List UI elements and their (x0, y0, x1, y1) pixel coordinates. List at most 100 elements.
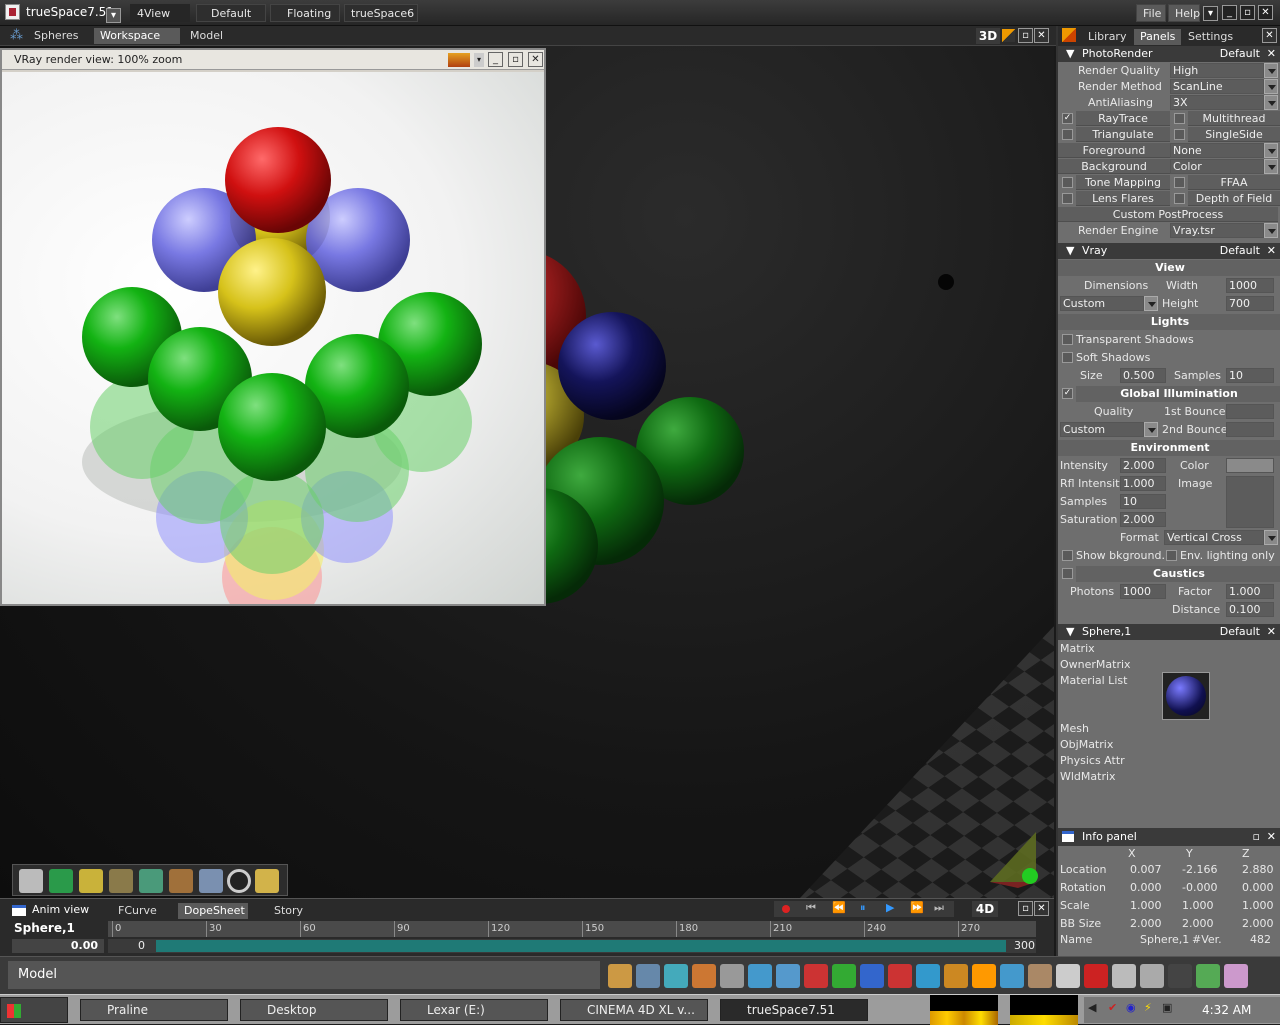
palette-icon[interactable] (1196, 964, 1220, 988)
view-maximize-icon[interactable]: ▫ (1018, 28, 1033, 43)
sphere-prim-icon[interactable] (972, 964, 996, 988)
app-menu-dropdown[interactable]: ▾ (106, 8, 121, 23)
clock[interactable]: 4:32 AM (1202, 1003, 1251, 1017)
tray-power-icon[interactable]: ⚡ (1144, 1001, 1152, 1014)
caustics-checkbox[interactable] (1062, 568, 1073, 579)
menu-truespace6[interactable]: trueSpace6 (344, 4, 418, 22)
vray-render-window[interactable]: VRay render view: 100% zoom ▾ _ ▫ ✕ (0, 48, 546, 606)
tray-monitor-icon[interactable]: ▣ (1162, 1001, 1172, 1014)
anim-close-icon[interactable]: ✕ (1034, 901, 1049, 916)
paint-icon[interactable] (199, 869, 223, 893)
background-select[interactable]: Color (1170, 159, 1264, 174)
sphere-header[interactable]: ▼ Sphere,1 Default ✕ (1058, 624, 1280, 640)
library-icon[interactable] (1062, 28, 1076, 42)
tray-arrow-icon[interactable]: ◀ (1088, 1001, 1096, 1014)
collapse-icon[interactable]: ▼ (1066, 624, 1074, 640)
info-header[interactable]: Info panel ▫ ✕ (1058, 828, 1280, 846)
height-input[interactable]: 700 (1226, 296, 1274, 311)
tab-model[interactable]: Model (184, 28, 264, 44)
timeline-track[interactable]: 0 300 (108, 939, 1036, 953)
y-axis-icon[interactable] (860, 964, 884, 988)
env-lighting-only-checkbox[interactable] (1166, 550, 1177, 561)
x-axis-icon[interactable] (832, 964, 856, 988)
rotate-icon[interactable] (916, 964, 940, 988)
render-engine-dropdown-icon[interactable] (1264, 223, 1278, 238)
close-icon[interactable]: ✕ (1258, 5, 1273, 20)
monitor-icon[interactable] (1168, 964, 1192, 988)
antialiasing-select[interactable]: 3X (1170, 95, 1264, 110)
magnet-icon[interactable] (664, 964, 688, 988)
gi-checkbox[interactable]: ✓ (1062, 388, 1073, 399)
tab-panels[interactable]: Panels (1134, 29, 1182, 45)
render-maximize-icon[interactable]: ▫ (508, 52, 523, 67)
sphere-preset[interactable]: Default (1220, 624, 1260, 640)
foreground-dropdown-icon[interactable] (1264, 143, 1278, 158)
antialiasing-dropdown-icon[interactable] (1264, 95, 1278, 110)
play-icon[interactable]: ▶ (886, 901, 894, 914)
info-close-icon[interactable]: ✕ (1267, 828, 1276, 846)
timeline-ruler[interactable]: 0 30 60 90 120 150 180 210 240 270 (108, 921, 1036, 937)
raytrace-checkbox[interactable]: ✓ (1062, 113, 1073, 124)
tab-fcurve[interactable]: FCurve (112, 903, 163, 919)
collapse-icon[interactable]: ▼ (1066, 46, 1074, 62)
info-row-y[interactable]: 2.000 (1182, 916, 1214, 932)
physics-attr-item[interactable]: Physics Attr (1060, 753, 1125, 769)
restore-icon[interactable]: ▫ (1240, 5, 1255, 20)
render-engine-select[interactable]: Vray.tsr (1170, 223, 1264, 238)
start-button[interactable] (0, 997, 68, 1023)
info-row-z[interactable]: 2.000 (1242, 916, 1274, 932)
saturation-input[interactable]: 2.000 (1120, 512, 1166, 527)
go-start-icon[interactable]: ⏮ (806, 901, 816, 915)
go-end-icon[interactable]: ⏭ (934, 901, 944, 915)
pen-icon[interactable] (1224, 964, 1248, 988)
tone-mapping-checkbox[interactable] (1062, 177, 1073, 188)
matrix-item[interactable]: Matrix (1060, 641, 1095, 657)
vray-header[interactable]: ▼ Vray Default ✕ (1058, 243, 1280, 259)
intensity-input[interactable]: 2.000 (1120, 458, 1166, 473)
info-row-x[interactable]: 0.000 (1130, 880, 1162, 896)
dof-checkbox[interactable] (1174, 193, 1185, 204)
grid-icon[interactable] (1028, 964, 1052, 988)
paint-icon[interactable] (636, 964, 660, 988)
tab-dopesheet[interactable]: DopeSheet (178, 903, 248, 919)
minimize-icon[interactable]: _ (1222, 5, 1237, 20)
tools-icon[interactable] (608, 964, 632, 988)
info-maximize-icon[interactable]: ▫ (1253, 828, 1260, 846)
anim-time-display[interactable]: 0.00 (12, 939, 104, 953)
view-corner-icon[interactable] (1002, 29, 1015, 42)
cancel-icon[interactable] (1084, 964, 1108, 988)
z-axis-icon[interactable] (888, 964, 912, 988)
format-dropdown-icon[interactable] (1264, 530, 1278, 545)
info-row-y[interactable]: -0.000 (1182, 880, 1217, 896)
material-list-item[interactable]: Material List (1060, 673, 1127, 689)
task-desktop[interactable]: Desktop (240, 999, 388, 1021)
tab-library[interactable]: Library (1082, 29, 1132, 45)
photorender-preset[interactable]: Default (1220, 46, 1260, 62)
dimensions-mode-select[interactable]: Custom (1060, 296, 1144, 311)
gi-mode-dropdown-icon[interactable] (1144, 422, 1158, 437)
task-truespace[interactable]: trueSpace7.51 (720, 999, 868, 1021)
vray-preset[interactable]: Default (1220, 243, 1260, 259)
window-icon[interactable] (1112, 964, 1136, 988)
scene-name[interactable]: Spheres (28, 28, 84, 44)
scale-icon[interactable] (944, 964, 968, 988)
info-row-x[interactable]: 2.000 (1130, 916, 1162, 932)
right-panel-close-icon[interactable]: ✕ (1262, 28, 1277, 43)
menu-4view[interactable]: 4View (130, 4, 190, 22)
custom-postprocess-button[interactable]: Custom PostProcess (1058, 207, 1278, 222)
link-icon[interactable] (139, 869, 163, 893)
dimensions-mode-dropdown-icon[interactable] (1144, 296, 1158, 311)
menu-default[interactable]: Default (196, 4, 266, 22)
step-back-icon[interactable]: ⏪ (832, 901, 846, 914)
step-forward-icon[interactable]: ⏩ (910, 901, 924, 914)
first-bounce-input[interactable] (1226, 404, 1274, 419)
soft-shadows-checkbox[interactable] (1062, 352, 1073, 363)
tab-story[interactable]: Story (268, 903, 309, 919)
help-dropdown[interactable]: ▾ (1203, 6, 1218, 21)
render-save-icon[interactable] (448, 53, 470, 67)
show-bkground-checkbox[interactable] (1062, 550, 1073, 561)
wrench-icon[interactable] (776, 964, 800, 988)
axes-icon[interactable] (804, 964, 828, 988)
foreground-select[interactable]: None (1170, 143, 1264, 158)
record-icon[interactable] (782, 905, 790, 913)
